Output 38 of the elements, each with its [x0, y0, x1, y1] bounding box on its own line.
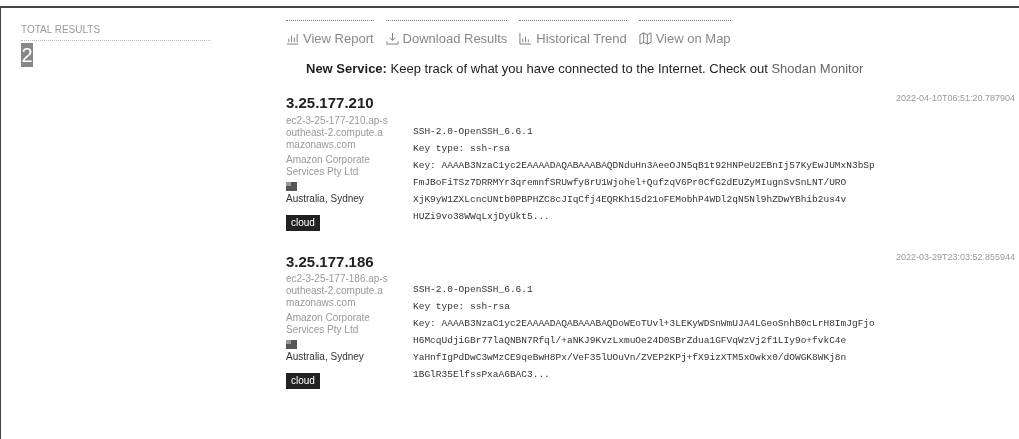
banner-line: 1BGlR35ElfssPxaA6BAC3... — [413, 368, 551, 382]
flag-icon — [286, 340, 297, 349]
hostname: ec2-3-25-177-210.ap-southeast-2.compute.amazonaws.com — [286, 114, 389, 151]
banner-line: HUZi9vo38WWqLxjDyUkt5... — [413, 209, 551, 224]
ip-address-link[interactable]: 3.25.177.186 — [286, 250, 374, 273]
banner-line: YaHnfIgPdDwC3wMzCE9qeBwH8Px/VeF35lUOuVn/ZVEP2KPj+fX9izXTM5xOwkx0/dOWGK8WKj8n — [413, 351, 848, 365]
banner-line: Key type: ssh-rsa — [413, 141, 511, 156]
banner-line: SSH-2.0-OpenSSH_6.6.1 — [413, 283, 534, 297]
banner-line: Key: AAAAB3NzaC1yc2EAAAADAQABAAABAQDoWEoTUvl+3LEKyWDSnWmUJA4LGeoSnhB0cLrH8ImJgFjo — [413, 317, 875, 331]
hostname: ec2-3-25-177-186.ap-southeast-2.compute.amazonaws.com — [286, 273, 389, 309]
banner-line: FmJBoFiTSz7DRRMYr3qremnfSRUwfy8rU1Wjohel+QufzqV6Pr0CfG2dEUZyMIugnSvSnLNT/URO — [413, 175, 848, 190]
download-icon — [385, 32, 399, 46]
chart-icon — [286, 32, 299, 46]
total-results-heading: TOTAL RESULTS — [21, 22, 211, 41]
banner-line: Key: AAAAB3NzaC1yc2EAAAADAQABAAABAQDNduHn3AeeOJN5qB1t92HNPeU2EBnIj57KyEwJUMxN3bSp — [413, 158, 875, 173]
toolbar-link[interactable]: Download Results — [385, 20, 508, 49]
toolbar-link[interactable]: View on Map — [638, 20, 731, 49]
organization-link[interactable]: Amazon Corporate Services Pty Ltd — [286, 153, 391, 178]
tag-label[interactable]: cloud — [286, 373, 320, 389]
organization-link[interactable]: Amazon Corporate Services Pty Ltd — [286, 312, 391, 336]
toolbar-link[interactable]: View Report — [286, 20, 374, 49]
bar-chart-icon — [519, 32, 533, 46]
banner-line: XjK9yW1ZXLcncUNtb0PBPHZC8cJIqCfj4EQRKh15d21oFEMobhP4WDl2qN5Nl9hZDwYBhib2us4v — [413, 192, 848, 207]
timestamp: 2022-04-10T06:51:20.787904 — [895, 92, 1015, 105]
timestamp: 2022-03-29T23:03:52.855944 — [895, 250, 1015, 264]
service-announcement: New Service: Keep track of what you have connected to the Internet. Check out Shodan Monitor — [306, 59, 865, 78]
location: Australia, Sydney — [286, 351, 365, 363]
shodan-monitor-link[interactable]: Shodan Monitor — [771, 60, 864, 76]
results-count: 2 — [21, 43, 33, 67]
tag-label[interactable]: cloud — [286, 214, 320, 231]
banner-line: Key type: ssh-rsa — [413, 300, 511, 314]
toolbar-link[interactable]: Historical Trend — [519, 20, 627, 49]
location: Australia, Sydney — [286, 192, 365, 205]
flag-icon — [286, 181, 297, 191]
banner-line: SSH-2.0-OpenSSH_6.6.1 — [413, 124, 534, 139]
ip-address-link[interactable]: 3.25.177.210 — [286, 92, 374, 115]
map-icon — [638, 32, 652, 46]
banner-line: H6McqUdjiGBr77laQNBN7Rfql/+aNKJ9KvzLxmuOe24D0SBrZdua1GFVqWzVj2f1LIy9o+fvkC4e — [413, 334, 848, 348]
